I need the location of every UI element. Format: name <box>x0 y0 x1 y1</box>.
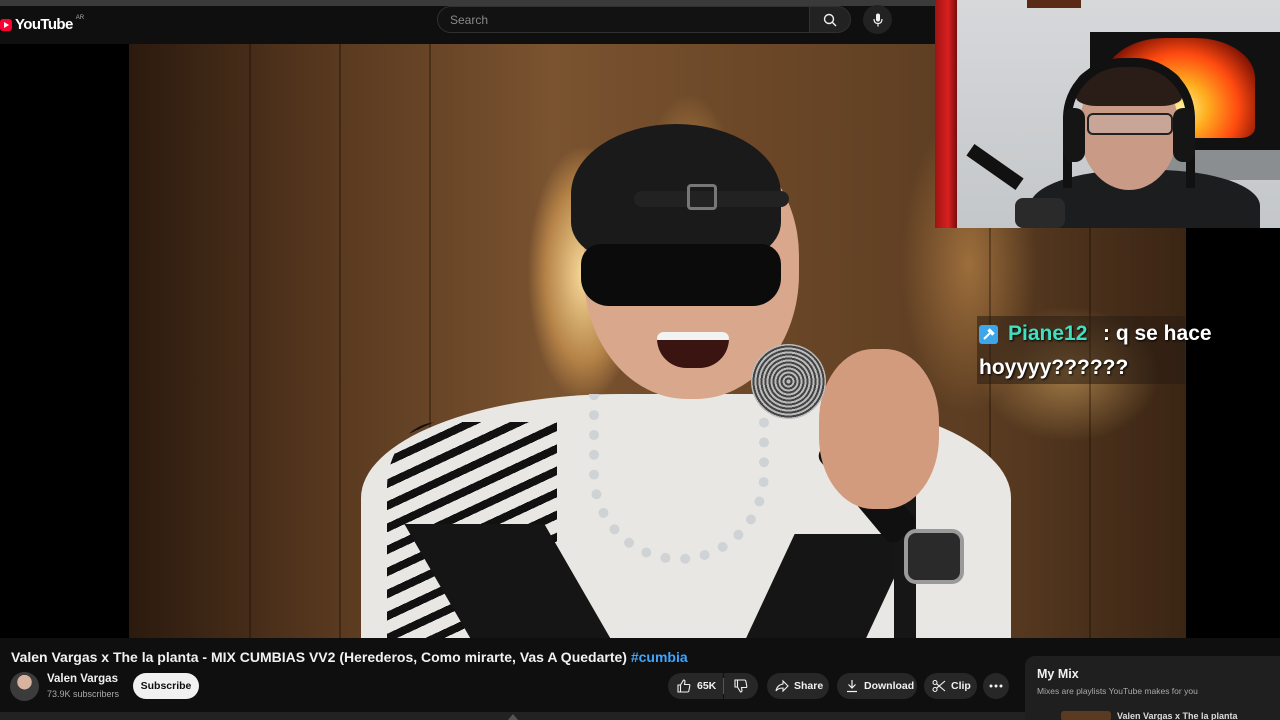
headset-cup-right <box>1173 108 1195 162</box>
country-code: AR <box>75 14 85 21</box>
scissors-icon <box>932 679 946 693</box>
channel-avatar[interactable] <box>10 672 39 701</box>
sunglasses <box>581 244 781 306</box>
video-title: Valen Vargas x The la planta - MIX CUMBI… <box>11 649 688 665</box>
subscriber-count: 73.9K subscribers <box>47 689 120 699</box>
microphone-icon <box>872 13 883 26</box>
red-curtain <box>935 0 957 228</box>
cap-buckle <box>687 184 717 210</box>
more-actions-button[interactable] <box>983 673 1009 699</box>
wall-plank <box>339 44 341 638</box>
video-title-text: Valen Vargas x The la planta - MIX CUMBI… <box>11 649 627 665</box>
logo-text: YouTube <box>15 16 73 33</box>
mix-item-title[interactable]: Valen Vargas x The la planta <box>1117 711 1238 720</box>
chat-message-continued: hoyyyy?????? <box>979 356 1129 379</box>
share-icon <box>775 679 789 693</box>
chat-username: Piane12 <box>1008 322 1088 345</box>
youtube-logo[interactable]: YouTube AR <box>0 14 85 33</box>
like-button[interactable]: 65K <box>668 673 723 699</box>
wall-frame <box>1027 0 1081 8</box>
thumbs-down-icon <box>734 679 748 693</box>
subscribe-button[interactable]: Subscribe <box>133 673 199 699</box>
mix-title: My Mix <box>1037 667 1079 681</box>
mix-description: Mixes are playlists YouTube makes for yo… <box>1037 686 1198 696</box>
dislike-button[interactable] <box>724 673 758 699</box>
streamer-webcam <box>935 0 1280 228</box>
download-icon <box>847 680 857 693</box>
streamer-glasses <box>1087 113 1173 135</box>
chat-overlay: Piane12 : q se hace hoyyyy?????? <box>977 316 1212 384</box>
thumbs-up-icon <box>677 679 691 693</box>
mic-head <box>751 344 826 419</box>
wall-plank <box>249 44 251 638</box>
download-label: Download <box>864 680 915 692</box>
singer-hand <box>819 349 939 509</box>
like-count: 65K <box>697 680 717 692</box>
streamer-microphone <box>1015 198 1065 228</box>
chat-message: : q se hace <box>1103 322 1212 345</box>
more-horizontal-icon <box>989 684 1003 688</box>
search-icon <box>823 13 837 26</box>
youtube-play-icon <box>0 18 12 31</box>
moderator-badge-icon <box>979 325 998 344</box>
clip-label: Clip <box>951 680 971 692</box>
voice-search-button[interactable] <box>863 5 892 34</box>
hashtag-link[interactable]: #cumbia <box>631 649 688 665</box>
share-button[interactable]: Share <box>767 673 829 699</box>
download-button[interactable]: Download <box>837 673 917 699</box>
mic-arm <box>966 144 1024 190</box>
chevron-up-icon <box>508 712 518 720</box>
share-label: Share <box>794 680 824 692</box>
channel-name[interactable]: Valen Vargas <box>47 673 118 685</box>
search-input[interactable]: Search <box>437 6 810 33</box>
my-mix-panel[interactable]: My Mix Mixes are playlists YouTube makes… <box>1025 656 1280 720</box>
clip-button[interactable]: Clip <box>924 673 977 699</box>
search-button[interactable] <box>809 6 851 33</box>
mix-item-thumbnail[interactable] <box>1061 711 1111 720</box>
wrist-watch <box>904 529 964 584</box>
headset-cup-left <box>1063 108 1085 162</box>
search-placeholder: Search <box>450 12 489 27</box>
